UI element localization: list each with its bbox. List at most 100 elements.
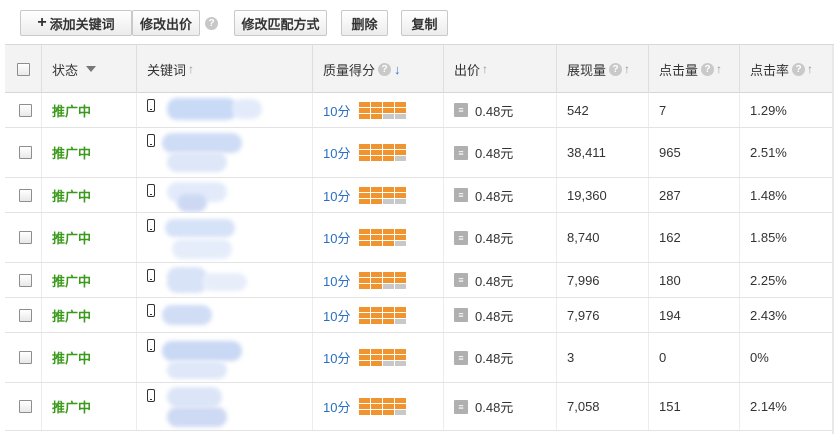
bid-edit-icon[interactable]: ≡ bbox=[454, 273, 468, 287]
header-impressions[interactable]: 展现量 ? ↑ bbox=[556, 45, 648, 93]
keyword-cell[interactable] bbox=[136, 93, 312, 127]
help-icon[interactable]: ? bbox=[205, 17, 218, 30]
header-quality[interactable]: 质量得分 ? ↓ bbox=[312, 45, 443, 93]
edit-match-button[interactable]: 修改匹配方式 bbox=[234, 10, 327, 36]
clicks-value: 7 bbox=[659, 102, 667, 118]
row-checkbox[interactable] bbox=[19, 308, 32, 322]
row-checkbox[interactable] bbox=[19, 400, 32, 413]
quality-score[interactable]: 10分 bbox=[323, 101, 350, 120]
table-row[interactable]: 推广中 10分 ≡ 0.48元 38,411 965 2.51% bbox=[5, 128, 834, 178]
bid-edit-icon[interactable]: ≡ bbox=[454, 230, 468, 245]
bid-edit-icon[interactable]: ≡ bbox=[454, 350, 468, 365]
row-checkbox[interactable] bbox=[19, 351, 32, 364]
bid-edit-icon[interactable]: ≡ bbox=[454, 399, 468, 414]
bid-value[interactable]: 0.48元 bbox=[475, 101, 513, 120]
quality-bar-segment bbox=[383, 113, 395, 119]
help-icon[interactable]: ? bbox=[701, 62, 715, 76]
keyword-cell[interactable] bbox=[136, 298, 312, 332]
bid-cell[interactable]: ≡ 0.48元 bbox=[443, 213, 556, 262]
bid-edit-icon[interactable]: ≡ bbox=[454, 188, 468, 202]
quality-score[interactable]: 10分 bbox=[323, 186, 350, 205]
quality-score[interactable]: 10分 bbox=[323, 143, 350, 162]
quality-bar-segment bbox=[395, 277, 407, 283]
bid-value[interactable]: 0.48元 bbox=[475, 306, 513, 325]
row-checkbox[interactable] bbox=[19, 146, 32, 159]
bid-value[interactable]: 0.48元 bbox=[475, 271, 513, 290]
sort-up-icon[interactable]: ↑ bbox=[807, 62, 813, 76]
bid-cell[interactable]: ≡ 0.48元 bbox=[443, 333, 556, 382]
bid-edit-icon[interactable]: ≡ bbox=[454, 103, 468, 117]
keyword-cell[interactable] bbox=[136, 263, 312, 297]
clicks-cell: 7 bbox=[648, 93, 739, 127]
table-row[interactable]: 推广中 10分 ≡ 0.48元 7,058 151 2.14% bbox=[5, 383, 834, 431]
bid-cell[interactable]: ≡ 0.48元 bbox=[443, 263, 556, 297]
table-row[interactable]: 推广中 10分 ≡ 0.48元 7,996 180 2.25% bbox=[5, 263, 834, 298]
header-ctr[interactable]: 点击率 ? ↑ bbox=[739, 45, 834, 93]
impressions-value: 542 bbox=[567, 102, 589, 118]
bid-cell[interactable]: ≡ 0.48元 bbox=[443, 128, 556, 177]
quality-score[interactable]: 10分 bbox=[323, 348, 350, 367]
quality-cell: 10分 bbox=[312, 298, 443, 332]
keyword-cell[interactable] bbox=[136, 128, 312, 177]
bid-edit-icon[interactable]: ≡ bbox=[454, 308, 468, 322]
quality-bar-segment bbox=[383, 398, 395, 403]
keyword-cell[interactable] bbox=[136, 213, 312, 262]
row-select bbox=[5, 178, 41, 212]
help-icon[interactable]: ? bbox=[609, 62, 623, 76]
keyword-cell[interactable] bbox=[136, 178, 312, 212]
quality-bar-segment bbox=[395, 101, 407, 107]
header-clicks[interactable]: 点击量 ? ↑ bbox=[648, 45, 739, 93]
help-icon[interactable]: ? bbox=[792, 62, 806, 76]
quality-score[interactable]: 10分 bbox=[323, 271, 350, 290]
bid-value[interactable]: 0.48元 bbox=[475, 143, 513, 162]
delete-button[interactable]: 删除 bbox=[341, 10, 388, 36]
row-checkbox[interactable] bbox=[19, 188, 32, 202]
quality-bar-segment bbox=[359, 410, 371, 415]
keyword-cell[interactable] bbox=[136, 383, 312, 430]
select-all-checkbox[interactable] bbox=[16, 62, 30, 76]
row-checkbox[interactable] bbox=[19, 231, 32, 244]
quality-bar-segment bbox=[371, 113, 383, 119]
bid-cell[interactable]: ≡ 0.48元 bbox=[443, 178, 556, 212]
table-row[interactable]: 推广中 10分 ≡ 0.48元 8,740 162 1.85% bbox=[5, 213, 834, 263]
table-row[interactable]: 推广中 10分 ≡ 0.48元 3 0 0% bbox=[5, 333, 834, 383]
sort-up-icon[interactable]: ↑ bbox=[716, 62, 722, 76]
chevron-down-icon[interactable] bbox=[86, 66, 97, 72]
row-checkbox[interactable] bbox=[19, 103, 32, 117]
quality-bar-segment bbox=[383, 410, 395, 415]
table-row[interactable]: 推广中 10分 ≡ 0.48元 19,360 287 1.48% bbox=[5, 178, 834, 213]
header-bid-label: 出价 bbox=[454, 62, 481, 78]
quality-score[interactable]: 10分 bbox=[323, 228, 350, 247]
edit-bid-button[interactable]: 修改出价 bbox=[132, 10, 200, 36]
header-bid[interactable]: 出价 ↑ bbox=[443, 45, 556, 93]
bid-value[interactable]: 0.48元 bbox=[475, 186, 513, 205]
help-icon[interactable]: ? bbox=[378, 62, 392, 76]
header-status[interactable]: 状态 bbox=[41, 45, 136, 93]
clicks-value: 965 bbox=[659, 145, 681, 160]
ctr-value: 2.43% bbox=[750, 307, 787, 323]
ctr-value: 0% bbox=[750, 350, 769, 365]
bid-cell[interactable]: ≡ 0.48元 bbox=[443, 383, 556, 430]
sort-up-icon[interactable]: ↑ bbox=[482, 62, 488, 76]
bid-value[interactable]: 0.48元 bbox=[475, 348, 513, 367]
bid-value[interactable]: 0.48元 bbox=[475, 397, 513, 416]
bid-value[interactable]: 0.48元 bbox=[475, 228, 513, 247]
row-checkbox[interactable] bbox=[19, 273, 32, 287]
table-row[interactable]: 推广中 10分 ≡ 0.48元 7,976 194 2.43% bbox=[5, 298, 834, 333]
sort-up-icon[interactable]: ↑ bbox=[624, 62, 630, 76]
bid-cell[interactable]: ≡ 0.48元 bbox=[443, 298, 556, 332]
sort-down-icon[interactable]: ↓ bbox=[394, 62, 401, 77]
quality-bars-icon bbox=[359, 349, 407, 366]
bid-cell[interactable]: ≡ 0.48元 bbox=[443, 93, 556, 127]
table-row[interactable]: 推广中 10分 ≡ 0.48元 542 7 1.29% bbox=[5, 93, 834, 128]
copy-button[interactable]: 复制 bbox=[401, 10, 448, 36]
impressions-value: 8,740 bbox=[567, 230, 600, 245]
quality-score[interactable]: 10分 bbox=[323, 397, 350, 416]
add-keyword-button[interactable]: + 添加关键词 bbox=[20, 10, 132, 36]
bid-edit-icon[interactable]: ≡ bbox=[454, 145, 468, 160]
quality-score[interactable]: 10分 bbox=[323, 306, 350, 325]
keyword-cell[interactable] bbox=[136, 333, 312, 382]
sort-up-icon[interactable]: ↑ bbox=[188, 62, 194, 76]
header-keyword[interactable]: 关键词 ↑ bbox=[136, 45, 312, 93]
row-select bbox=[5, 128, 41, 177]
